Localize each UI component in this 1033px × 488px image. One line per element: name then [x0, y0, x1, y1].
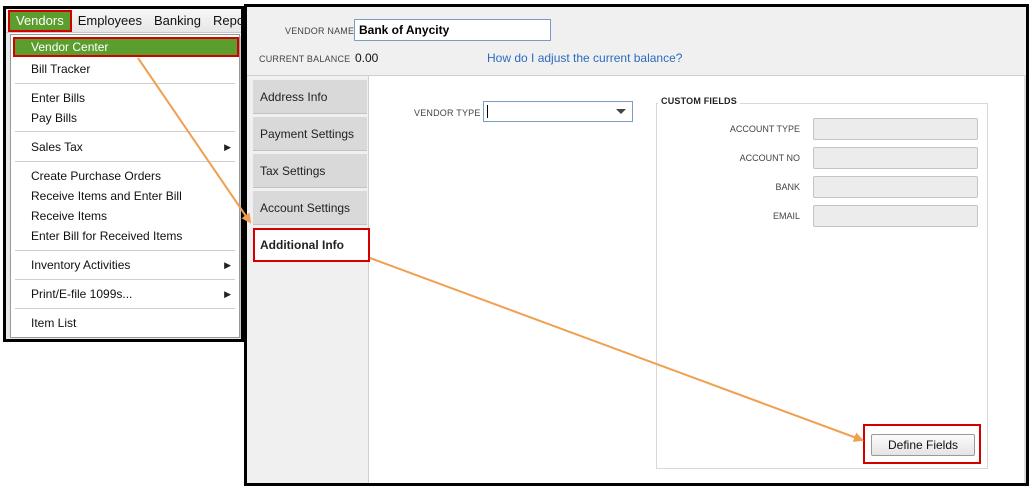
window-edge [1024, 75, 1026, 483]
menu-item-receive-items-and-enter-bill[interactable]: Receive Items and Enter Bill [11, 186, 239, 206]
menu-item-vendor-center[interactable]: Vendor Center [13, 37, 239, 57]
vendor-name-row: VENDOR NAME [247, 17, 1026, 43]
menu-item-label: Print/E-file 1099s... [31, 287, 133, 301]
menu-item-inventory-activities[interactable]: Inventory Activities ▶ [11, 255, 239, 275]
menubar: Vendors Employees Banking Reports [6, 9, 241, 33]
menu-item-enter-bills[interactable]: Enter Bills [11, 88, 239, 108]
menubar-item-reports[interactable]: Reports [207, 9, 241, 33]
menu-item-bill-tracker[interactable]: Bill Tracker [11, 59, 239, 79]
menubar-item-employees[interactable]: Employees [72, 9, 148, 33]
triangle-right-icon: ▶ [224, 142, 231, 152]
adjust-balance-link[interactable]: How do I adjust the current balance? [487, 51, 682, 65]
vendor-name-label: VENDOR NAME [285, 26, 355, 36]
text-cursor [487, 105, 488, 118]
account-type-field[interactable] [813, 118, 978, 140]
tab-account-settings[interactable]: Account Settings [253, 191, 367, 225]
menu-separator [15, 279, 235, 280]
tab-tax-settings[interactable]: Tax Settings [253, 154, 367, 188]
menu-item-item-list[interactable]: Item List [11, 313, 239, 333]
tab-address-info[interactable]: Address Info [253, 80, 367, 114]
define-fields-button[interactable]: Define Fields [871, 434, 975, 456]
tab-payment-settings[interactable]: Payment Settings [253, 117, 367, 151]
triangle-right-icon: ▶ [224, 260, 231, 270]
menu-item-create-purchase-orders[interactable]: Create Purchase Orders [11, 166, 239, 186]
menu-separator [15, 161, 235, 162]
custom-field-label: ACCOUNT NO [739, 153, 800, 163]
custom-field-label: ACCOUNT TYPE [729, 124, 800, 134]
additional-info-panel: VENDOR TYPE ACCOUNT TYPE ACCOUNT NO BANK… [368, 76, 1026, 483]
menu-separator [15, 308, 235, 309]
vendor-type-dropdown[interactable] [483, 101, 633, 122]
menu-item-pay-bills[interactable]: Pay Bills [11, 108, 239, 128]
custom-fields-group: ACCOUNT TYPE ACCOUNT NO BANK EMAIL Defin… [656, 103, 988, 469]
custom-fields-title: CUSTOM FIELDS [658, 96, 740, 106]
custom-field-label: BANK [775, 182, 800, 192]
tab-additional-info[interactable]: Additional Info [253, 228, 370, 262]
window-edge [6, 338, 241, 339]
menu-item-receive-items[interactable]: Receive Items [11, 206, 239, 226]
menu-separator [15, 131, 235, 132]
menubar-item-banking[interactable]: Banking [148, 9, 207, 33]
menu-item-enter-bill-for-received-items[interactable]: Enter Bill for Received Items [11, 226, 239, 246]
triangle-right-icon: ▶ [224, 289, 231, 299]
vendor-dialog-content: Address Info Payment Settings Tax Settin… [247, 75, 1026, 483]
chevron-down-icon[interactable] [616, 109, 626, 114]
vendor-dialog-screenshot: VENDOR NAME CURRENT BALANCE 0.00 How do … [244, 4, 1029, 486]
account-no-field[interactable] [813, 147, 978, 169]
define-fields-highlight: Define Fields [863, 424, 981, 464]
bank-field[interactable] [813, 176, 978, 198]
vendors-menu-screenshot: Vendors Employees Banking Reports Vendor… [3, 6, 244, 342]
custom-field-label: EMAIL [772, 211, 800, 221]
menu-separator [15, 83, 235, 84]
current-balance-value: 0.00 [355, 51, 379, 65]
menu-separator [15, 250, 235, 251]
menubar-item-vendors[interactable]: Vendors [8, 9, 72, 32]
menu-item-label: Sales Tax [31, 140, 83, 154]
vendors-dropdown-menu: Vendor Center Bill Tracker Enter Bills P… [10, 34, 240, 338]
current-balance-label: CURRENT BALANCE [259, 54, 351, 64]
email-field[interactable] [813, 205, 978, 227]
vendor-type-label: VENDOR TYPE [414, 108, 481, 118]
vendor-name-input[interactable] [354, 19, 551, 41]
menu-item-sales-tax[interactable]: Sales Tax ▶ [11, 137, 239, 157]
menu-item-print-efile-1099s[interactable]: Print/E-file 1099s... ▶ [11, 284, 239, 304]
menu-item-label: Inventory Activities [31, 258, 131, 272]
